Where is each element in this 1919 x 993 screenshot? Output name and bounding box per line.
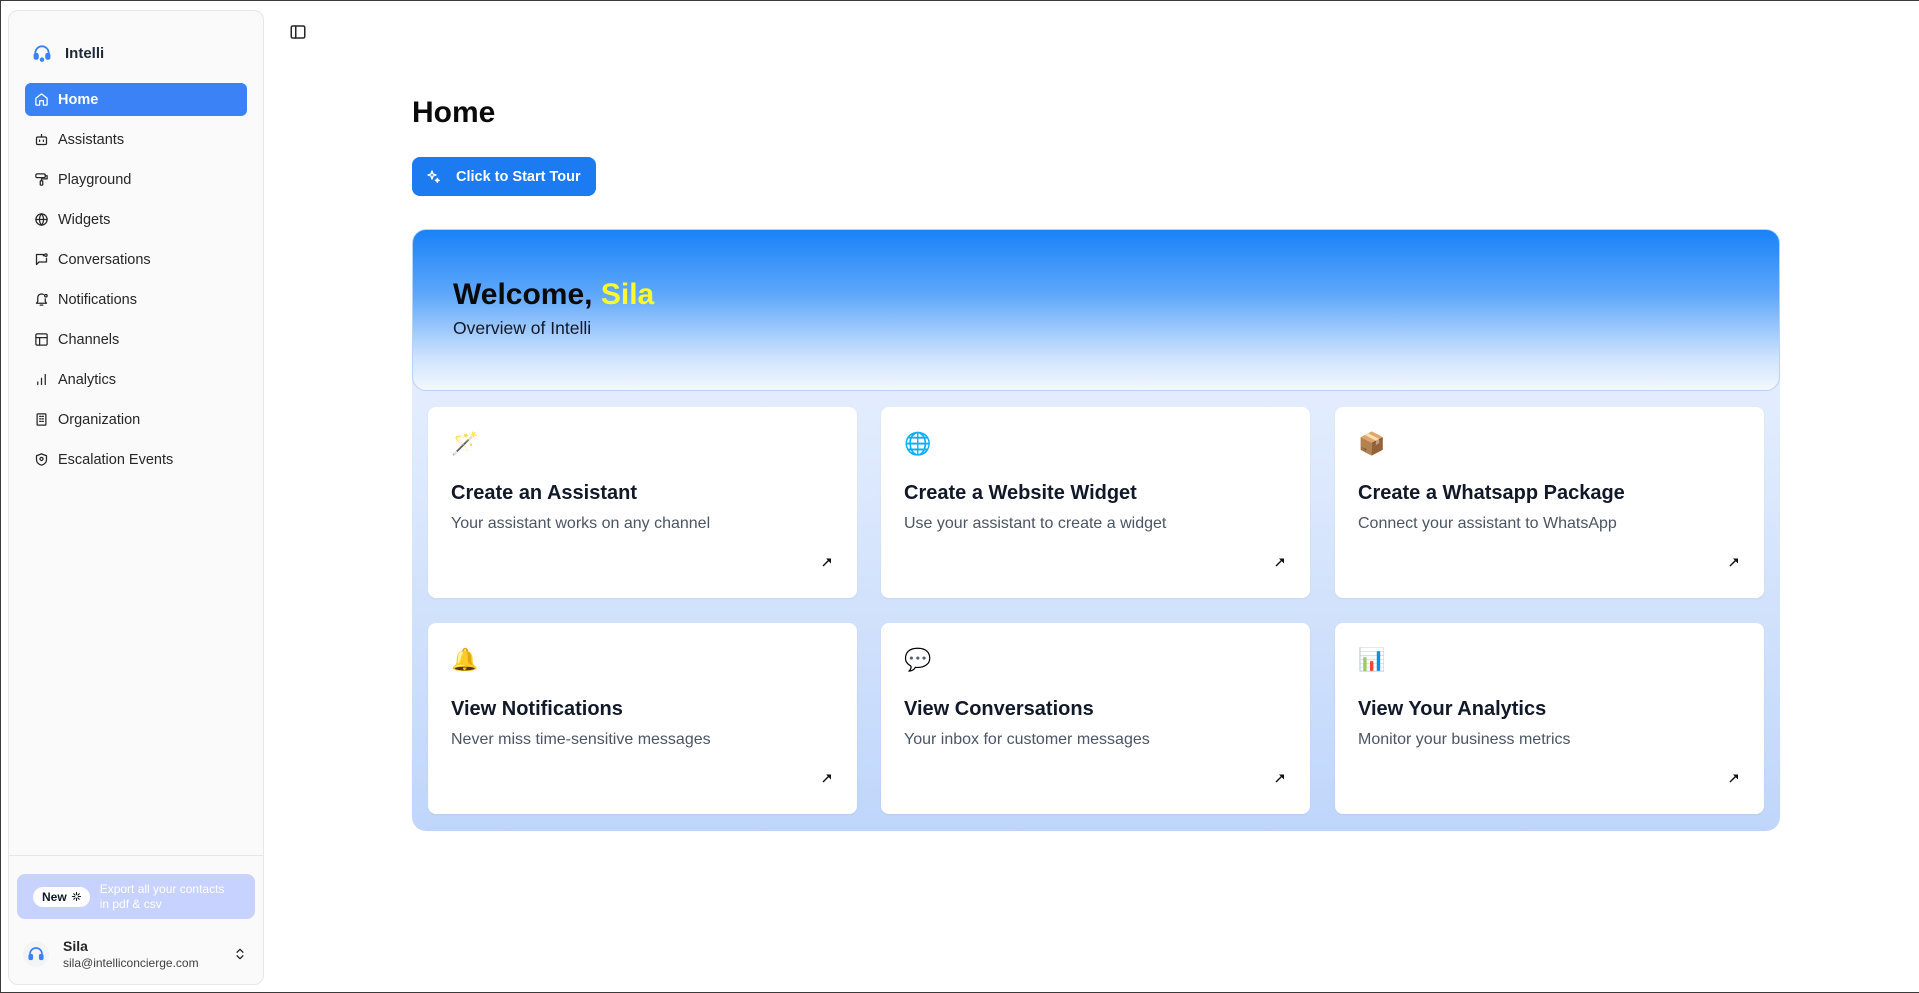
brand[interactable]: Intelli bbox=[31, 41, 104, 65]
card-title: View Your Analytics bbox=[1358, 698, 1547, 720]
arrow-up-right-icon bbox=[1275, 774, 1284, 783]
headset-logo-icon bbox=[31, 42, 53, 64]
arrow-up-right-icon bbox=[822, 774, 831, 783]
sidebar-item-label: Notifications bbox=[58, 291, 137, 308]
promo-text: Export all your contacts in pdf & csv bbox=[99, 881, 225, 911]
arrow-up-right-icon bbox=[1729, 558, 1738, 567]
card-view-analytics[interactable]: 📊 View Your Analytics Monitor your busin… bbox=[1335, 623, 1764, 814]
card-title: View Notifications bbox=[451, 698, 623, 720]
user-name: Sila bbox=[63, 937, 88, 954]
sidebar-item-label: Conversations bbox=[58, 251, 151, 268]
sidebar-item-label: Organization bbox=[58, 411, 141, 428]
sidebar: Intelli Home Assistants Playground Widge… bbox=[8, 10, 264, 985]
sidebar-divider bbox=[9, 855, 263, 856]
sidebar-item-widgets[interactable]: Widgets bbox=[25, 203, 247, 236]
app-name: Intelli bbox=[65, 44, 105, 62]
arrow-up-right-icon bbox=[1729, 774, 1738, 783]
card-view-notifications[interactable]: 🔔 View Notifications Never miss time-sen… bbox=[428, 623, 857, 814]
avatar bbox=[23, 941, 49, 967]
welcome-user-name: Sila bbox=[600, 278, 655, 311]
sidebar-item-playground[interactable]: Playground bbox=[25, 163, 247, 196]
arrow-up-right-icon bbox=[822, 558, 831, 567]
new-badge-label: New bbox=[42, 889, 67, 904]
sidebar-item-escalation-events[interactable]: Escalation Events bbox=[25, 443, 247, 476]
speech-bubble-icon: 💬 bbox=[904, 647, 932, 672]
new-badge: New bbox=[32, 885, 91, 908]
home-icon bbox=[33, 92, 49, 108]
package-icon: 📦 bbox=[1358, 431, 1386, 456]
shield-icon bbox=[33, 452, 49, 468]
bar-chart-icon bbox=[33, 372, 49, 388]
card-description: Your inbox for customer messages bbox=[904, 731, 1150, 748]
card-title: Create a Whatsapp Package bbox=[1358, 482, 1625, 504]
sidebar-item-home[interactable]: Home bbox=[25, 83, 247, 116]
sidebar-item-label: Widgets bbox=[58, 211, 111, 228]
user-email: sila@intelliconcierge.com bbox=[63, 955, 199, 970]
bell-icon bbox=[33, 292, 49, 308]
sidebar-toggle-icon[interactable] bbox=[289, 23, 307, 41]
sidebar-item-organization[interactable]: Organization bbox=[25, 403, 247, 436]
card-title: Create an Assistant bbox=[451, 482, 637, 504]
sidebar-item-conversations[interactable]: Conversations bbox=[25, 243, 247, 276]
sidebar-item-label: Assistants bbox=[58, 131, 125, 148]
page-title: Home bbox=[412, 96, 496, 129]
bell-icon: 🔔 bbox=[451, 647, 479, 672]
sidebar-item-analytics[interactable]: Analytics bbox=[25, 363, 247, 396]
message-square-icon bbox=[33, 252, 49, 268]
card-title: Create a Website Widget bbox=[904, 482, 1137, 504]
paint-roller-icon bbox=[33, 172, 49, 188]
user-menu[interactable]: Sila sila@intelliconcierge.com bbox=[23, 931, 255, 977]
sidebar-item-label: Analytics bbox=[58, 371, 117, 388]
card-title: View Conversations bbox=[904, 698, 1094, 720]
sidebar-item-channels[interactable]: Channels bbox=[25, 323, 247, 356]
arrow-up-right-icon bbox=[1275, 558, 1284, 567]
overview-panel: Welcome, Sila Overview of Intelli 🪄 Crea… bbox=[412, 229, 1780, 831]
sidebar-item-label: Channels bbox=[58, 331, 120, 348]
card-description: Connect your assistant to WhatsApp bbox=[1358, 515, 1617, 532]
user-info: Sila sila@intelliconcierge.com bbox=[63, 938, 199, 971]
sparkles-icon bbox=[427, 169, 440, 183]
sidebar-item-label: Home bbox=[58, 91, 99, 108]
card-view-conversations[interactable]: 💬 View Conversations Your inbox for cust… bbox=[881, 623, 1310, 814]
start-tour-label: Click to Start Tour bbox=[456, 168, 581, 185]
window-left-border bbox=[0, 0, 1, 993]
welcome-subtitle: Overview of Intelli bbox=[453, 318, 592, 338]
promo-banner[interactable]: New Export all your contacts in pdf & cs… bbox=[17, 874, 255, 919]
card-create-whatsapp-package[interactable]: 📦 Create a Whatsapp Package Connect your… bbox=[1335, 407, 1764, 598]
globe-icon: 🌐 bbox=[904, 431, 932, 456]
start-tour-button[interactable]: Click to Start Tour bbox=[412, 157, 596, 196]
welcome-banner: Welcome, Sila Overview of Intelli bbox=[412, 229, 1780, 391]
window-top-border bbox=[0, 0, 1919, 1]
sidebar-item-assistants[interactable]: Assistants bbox=[25, 123, 247, 156]
sidebar-nav: Home Assistants Playground Widgets Conve… bbox=[25, 83, 247, 483]
sparkle-icon bbox=[71, 891, 81, 902]
chevrons-up-down-icon[interactable] bbox=[233, 946, 247, 962]
card-create-assistant[interactable]: 🪄 Create an Assistant Your assistant wor… bbox=[428, 407, 857, 598]
card-description: Never miss time-sensitive messages bbox=[451, 731, 711, 748]
bar-chart-icon: 📊 bbox=[1358, 647, 1386, 672]
welcome-heading: Welcome, Sila bbox=[453, 278, 654, 312]
card-create-website-widget[interactable]: 🌐 Create a Website Widget Use your assis… bbox=[881, 407, 1310, 598]
card-description: Your assistant works on any channel bbox=[451, 515, 711, 532]
building-icon bbox=[33, 412, 49, 428]
welcome-greeting: Welcome, bbox=[453, 278, 593, 311]
card-description: Use your assistant to create a widget bbox=[904, 515, 1167, 532]
layout-icon bbox=[33, 332, 49, 348]
bot-icon bbox=[33, 132, 49, 148]
globe-icon bbox=[33, 212, 49, 228]
sidebar-item-label: Playground bbox=[58, 171, 132, 188]
sidebar-item-notifications[interactable]: Notifications bbox=[25, 283, 247, 316]
card-description: Monitor your business metrics bbox=[1358, 731, 1571, 748]
magic-wand-icon: 🪄 bbox=[451, 431, 479, 456]
sidebar-item-label: Escalation Events bbox=[58, 451, 174, 468]
